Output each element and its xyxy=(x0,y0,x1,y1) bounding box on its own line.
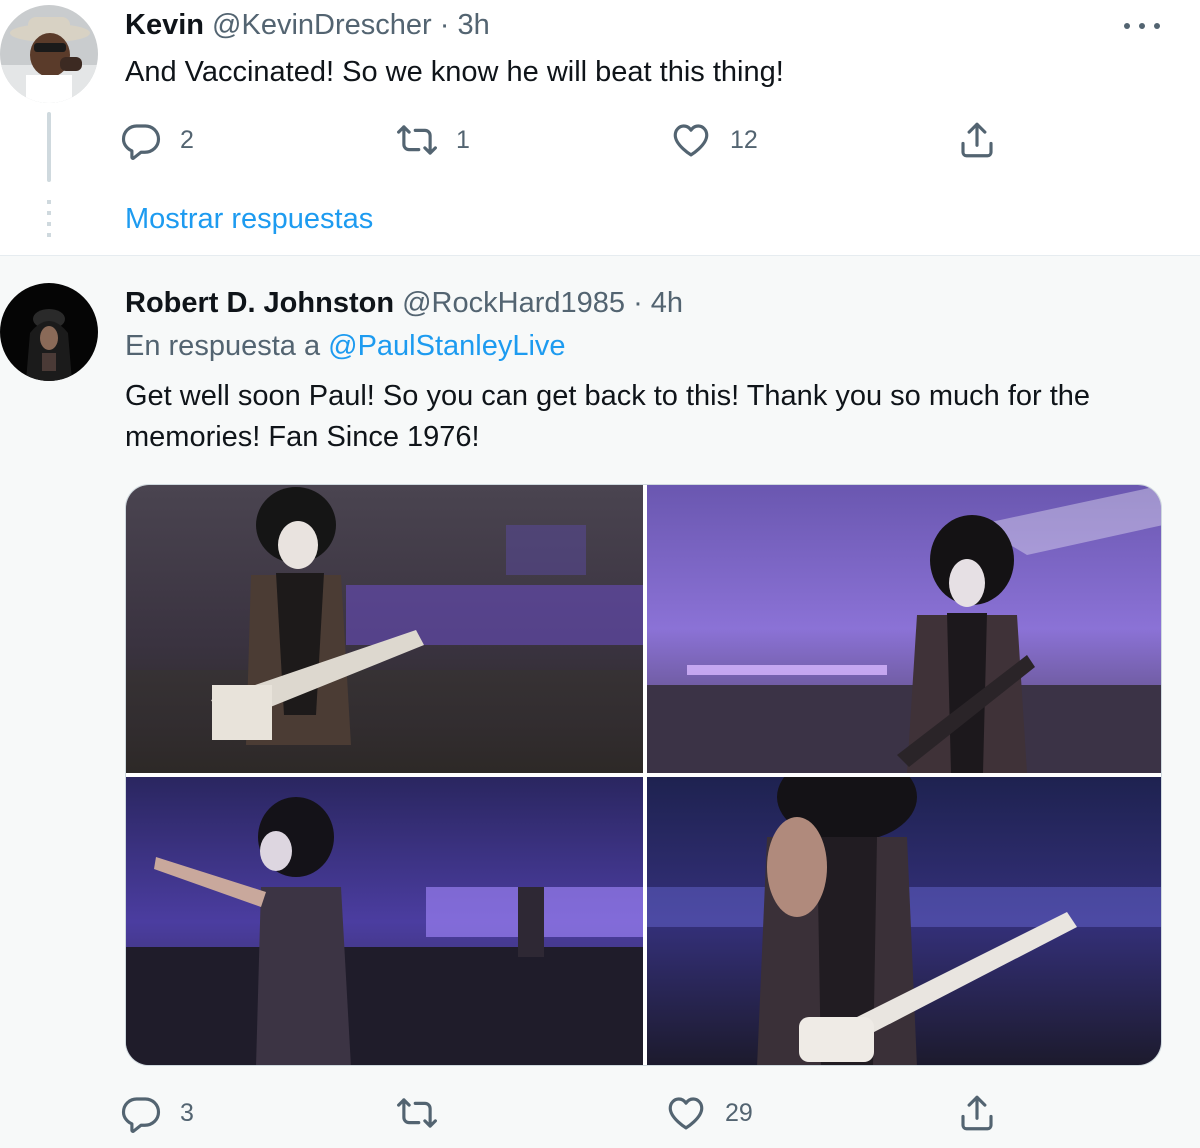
like-count: 29 xyxy=(725,1098,753,1127)
like-count: 12 xyxy=(730,125,758,154)
share-icon xyxy=(961,122,993,158)
reply-prefix: En respuesta a xyxy=(125,330,321,362)
reply-icon xyxy=(121,124,161,160)
tweet-text: Get well soon Paul! So you can get back … xyxy=(125,380,1091,453)
retweet-icon xyxy=(397,125,437,155)
tweet-header: Robert D. Johnston @RockHard1985 · 4h xyxy=(125,287,683,320)
action-bar: 3 29 xyxy=(120,1088,1180,1138)
author-handle[interactable]: @KevinDrescher xyxy=(212,9,432,41)
share-button[interactable] xyxy=(956,1088,998,1138)
avatar[interactable] xyxy=(0,283,98,381)
like-button[interactable]: 12 xyxy=(670,115,758,165)
reply-count: 2 xyxy=(180,125,194,154)
concert-photo-3[interactable] xyxy=(126,777,643,1065)
concert-photo-2[interactable] xyxy=(647,485,1161,773)
share-icon xyxy=(961,1095,993,1131)
reply-count: 3 xyxy=(180,1098,194,1127)
heart-icon xyxy=(673,124,709,157)
tweet-header: Kevin @KevinDrescher · 3h xyxy=(125,9,490,42)
thread-dots xyxy=(47,200,51,238)
timestamp[interactable]: 3h xyxy=(457,9,489,41)
author-handle[interactable]: @RockHard1985 xyxy=(402,287,625,319)
timestamp[interactable]: 4h xyxy=(651,287,683,319)
reply-to-line: En respuesta a @PaulStanleyLive xyxy=(125,330,566,363)
retweet-icon xyxy=(397,1098,437,1128)
photo-grid xyxy=(125,484,1162,1066)
concert-photo-1[interactable] xyxy=(126,485,643,773)
retweet-count: 1 xyxy=(456,125,470,154)
thread-line xyxy=(47,112,51,182)
reply-icon xyxy=(121,1097,161,1133)
author-name[interactable]: Robert D. Johnston xyxy=(125,287,394,319)
reply-mention-link[interactable]: @PaulStanleyLive xyxy=(328,330,565,362)
like-button[interactable]: 29 xyxy=(665,1088,753,1138)
more-icon[interactable] xyxy=(1124,20,1160,32)
retweet-button[interactable] xyxy=(396,1088,456,1138)
heart-icon xyxy=(668,1097,704,1130)
retweet-button[interactable]: 1 xyxy=(396,115,470,165)
concert-photo-4[interactable] xyxy=(647,777,1161,1065)
tweet-text: And Vaccinated! So we know he will beat … xyxy=(125,56,784,88)
avatar[interactable] xyxy=(0,5,98,103)
tweet-kevin[interactable]: Kevin @KevinDrescher · 3h And Vaccinated… xyxy=(0,0,1200,256)
show-replies-link[interactable]: Mostrar respuestas xyxy=(125,203,373,236)
reply-button[interactable]: 3 xyxy=(120,1088,194,1138)
share-button[interactable] xyxy=(956,115,998,165)
author-name[interactable]: Kevin xyxy=(125,9,204,41)
separator: · xyxy=(633,287,643,319)
separator: · xyxy=(439,9,450,41)
action-bar: 2 1 12 xyxy=(120,115,1180,165)
reply-button[interactable]: 2 xyxy=(120,115,194,165)
